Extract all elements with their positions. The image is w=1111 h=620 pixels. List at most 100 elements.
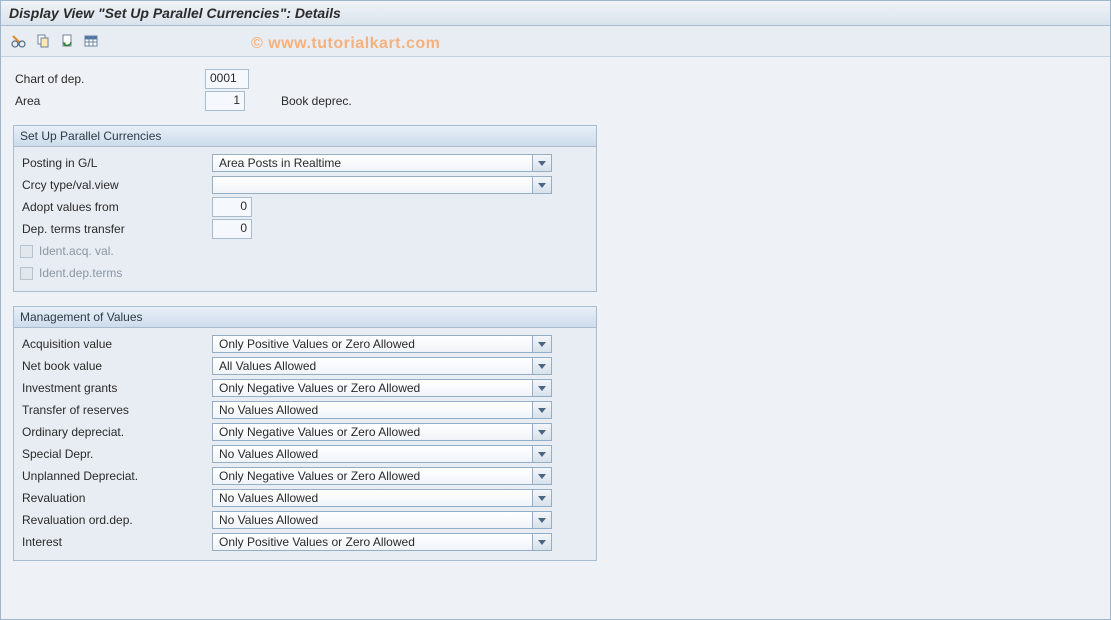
label-ordinary-depreciat: Ordinary depreciat.	[20, 425, 212, 439]
select-net-book-value-value: All Values Allowed	[219, 359, 316, 373]
row-adopt-values: Adopt values from 0	[20, 197, 590, 217]
row-special-depr: Special Depr. No Values Allowed	[20, 444, 590, 464]
input-chart-of-dep[interactable]: 0001	[205, 69, 249, 89]
chevron-down-icon	[538, 340, 546, 348]
chevron-down-icon	[538, 538, 546, 546]
label-posting-gl: Posting in G/L	[20, 156, 212, 170]
select-interest[interactable]: Only Positive Values or Zero Allowed	[212, 533, 552, 551]
select-net-book-value-trigger[interactable]	[532, 358, 551, 374]
chevron-down-icon	[538, 450, 546, 458]
chevron-down-icon	[538, 384, 546, 392]
row-unplanned-depreciat: Unplanned Depreciat. Only Negative Value…	[20, 466, 590, 486]
select-posting-gl[interactable]: Area Posts in Realtime	[212, 154, 552, 172]
row-ident-dep-terms: Ident.dep.terms	[20, 263, 590, 283]
row-net-book-value: Net book value All Values Allowed	[20, 356, 590, 376]
row-area: Area 1 Book deprec.	[13, 91, 1098, 111]
toolbar-table-button[interactable]	[81, 31, 101, 51]
label-revaluation: Revaluation	[20, 491, 212, 505]
select-posting-gl-value: Area Posts in Realtime	[219, 156, 341, 170]
select-net-book-value[interactable]: All Values Allowed	[212, 357, 552, 375]
row-crcy-type: Crcy type/val.view	[20, 175, 590, 195]
select-posting-gl-trigger[interactable]	[532, 155, 551, 171]
chevron-down-icon	[538, 406, 546, 414]
chevron-down-icon	[538, 159, 546, 167]
label-crcy-type: Crcy type/val.view	[20, 178, 212, 192]
label-chart-of-dep: Chart of dep.	[13, 72, 205, 86]
input-dep-terms-transfer[interactable]: 0	[212, 219, 252, 239]
row-revaluation-ord-dep: Revaluation ord.dep. No Values Allowed	[20, 510, 590, 530]
select-ordinary-depreciat-trigger[interactable]	[532, 424, 551, 440]
select-revaluation-ord-dep-value: No Values Allowed	[219, 513, 318, 527]
undo-doc-icon	[59, 33, 75, 49]
select-special-depr-trigger[interactable]	[532, 446, 551, 462]
input-adopt-values[interactable]: 0	[212, 197, 252, 217]
select-revaluation[interactable]: No Values Allowed	[212, 489, 552, 507]
row-chart-of-dep: Chart of dep. 0001	[13, 69, 1098, 89]
label-adopt-values: Adopt values from	[20, 200, 212, 214]
select-transfer-reserves-trigger[interactable]	[532, 402, 551, 418]
chevron-down-icon	[538, 472, 546, 480]
toolbar-change-button[interactable]	[9, 31, 29, 51]
checkbox-ident-dep-terms	[20, 267, 33, 280]
row-transfer-reserves: Transfer of reserves No Values Allowed	[20, 400, 590, 420]
select-acquisition-value-value: Only Positive Values or Zero Allowed	[219, 337, 415, 351]
page-title: Display View "Set Up Parallel Currencies…	[1, 1, 1110, 26]
group-parallel-currencies: Set Up Parallel Currencies Posting in G/…	[13, 125, 597, 292]
label-unplanned-depreciat: Unplanned Depreciat.	[20, 469, 212, 483]
label-interest: Interest	[20, 535, 212, 549]
content-area: Chart of dep. 0001 Area 1 Book deprec. S…	[1, 57, 1110, 571]
select-special-depr[interactable]: No Values Allowed	[212, 445, 552, 463]
select-investment-grants-trigger[interactable]	[532, 380, 551, 396]
label-investment-grants: Investment grants	[20, 381, 212, 395]
label-ident-dep-terms: Ident.dep.terms	[39, 266, 122, 280]
group-parallel-currencies-body: Posting in G/L Area Posts in Realtime Cr…	[14, 147, 596, 291]
label-dep-terms-transfer: Dep. terms transfer	[20, 222, 212, 236]
select-interest-trigger[interactable]	[532, 534, 551, 550]
chevron-down-icon	[538, 494, 546, 502]
group-management-values-title: Management of Values	[14, 307, 596, 328]
select-investment-grants-value: Only Negative Values or Zero Allowed	[219, 381, 420, 395]
copy-icon	[35, 33, 51, 49]
select-revaluation-value: No Values Allowed	[219, 491, 318, 505]
row-acquisition-value: Acquisition value Only Positive Values o…	[20, 334, 590, 354]
select-ordinary-depreciat-value: Only Negative Values or Zero Allowed	[219, 425, 420, 439]
toolbar-copy-button[interactable]	[33, 31, 53, 51]
area-description: Book deprec.	[281, 94, 352, 108]
select-special-depr-value: No Values Allowed	[219, 447, 318, 461]
table-icon	[83, 33, 99, 49]
select-acquisition-value[interactable]: Only Positive Values or Zero Allowed	[212, 335, 552, 353]
input-area[interactable]: 1	[205, 91, 245, 111]
row-ordinary-depreciat: Ordinary depreciat. Only Negative Values…	[20, 422, 590, 442]
group-management-values-body: Acquisition value Only Positive Values o…	[14, 328, 596, 560]
select-interest-value: Only Positive Values or Zero Allowed	[219, 535, 415, 549]
label-net-book-value: Net book value	[20, 359, 212, 373]
row-ident-acq-val: Ident.acq. val.	[20, 241, 590, 261]
select-unplanned-depreciat-trigger[interactable]	[532, 468, 551, 484]
group-parallel-currencies-title: Set Up Parallel Currencies	[14, 126, 596, 147]
chevron-down-icon	[538, 362, 546, 370]
page-title-text: Display View "Set Up Parallel Currencies…	[9, 5, 341, 21]
select-investment-grants[interactable]: Only Negative Values or Zero Allowed	[212, 379, 552, 397]
label-acquisition-value: Acquisition value	[20, 337, 212, 351]
select-revaluation-ord-dep-trigger[interactable]	[532, 512, 551, 528]
label-ident-acq-val: Ident.acq. val.	[39, 244, 114, 258]
label-revaluation-ord-dep: Revaluation ord.dep.	[20, 513, 212, 527]
row-investment-grants: Investment grants Only Negative Values o…	[20, 378, 590, 398]
select-transfer-reserves-value: No Values Allowed	[219, 403, 318, 417]
select-crcy-type-trigger[interactable]	[532, 177, 551, 193]
chevron-down-icon	[538, 181, 546, 189]
row-interest: Interest Only Positive Values or Zero Al…	[20, 532, 590, 552]
label-transfer-reserves: Transfer of reserves	[20, 403, 212, 417]
select-transfer-reserves[interactable]: No Values Allowed	[212, 401, 552, 419]
label-area: Area	[13, 94, 205, 108]
select-ordinary-depreciat[interactable]: Only Negative Values or Zero Allowed	[212, 423, 552, 441]
select-revaluation-ord-dep[interactable]: No Values Allowed	[212, 511, 552, 529]
select-revaluation-trigger[interactable]	[532, 490, 551, 506]
row-posting-gl: Posting in G/L Area Posts in Realtime	[20, 153, 590, 173]
row-revaluation: Revaluation No Values Allowed	[20, 488, 590, 508]
select-crcy-type[interactable]	[212, 176, 552, 194]
chevron-down-icon	[538, 428, 546, 436]
toolbar-undo-button[interactable]	[57, 31, 77, 51]
select-acquisition-value-trigger[interactable]	[532, 336, 551, 352]
select-unplanned-depreciat[interactable]: Only Negative Values or Zero Allowed	[212, 467, 552, 485]
